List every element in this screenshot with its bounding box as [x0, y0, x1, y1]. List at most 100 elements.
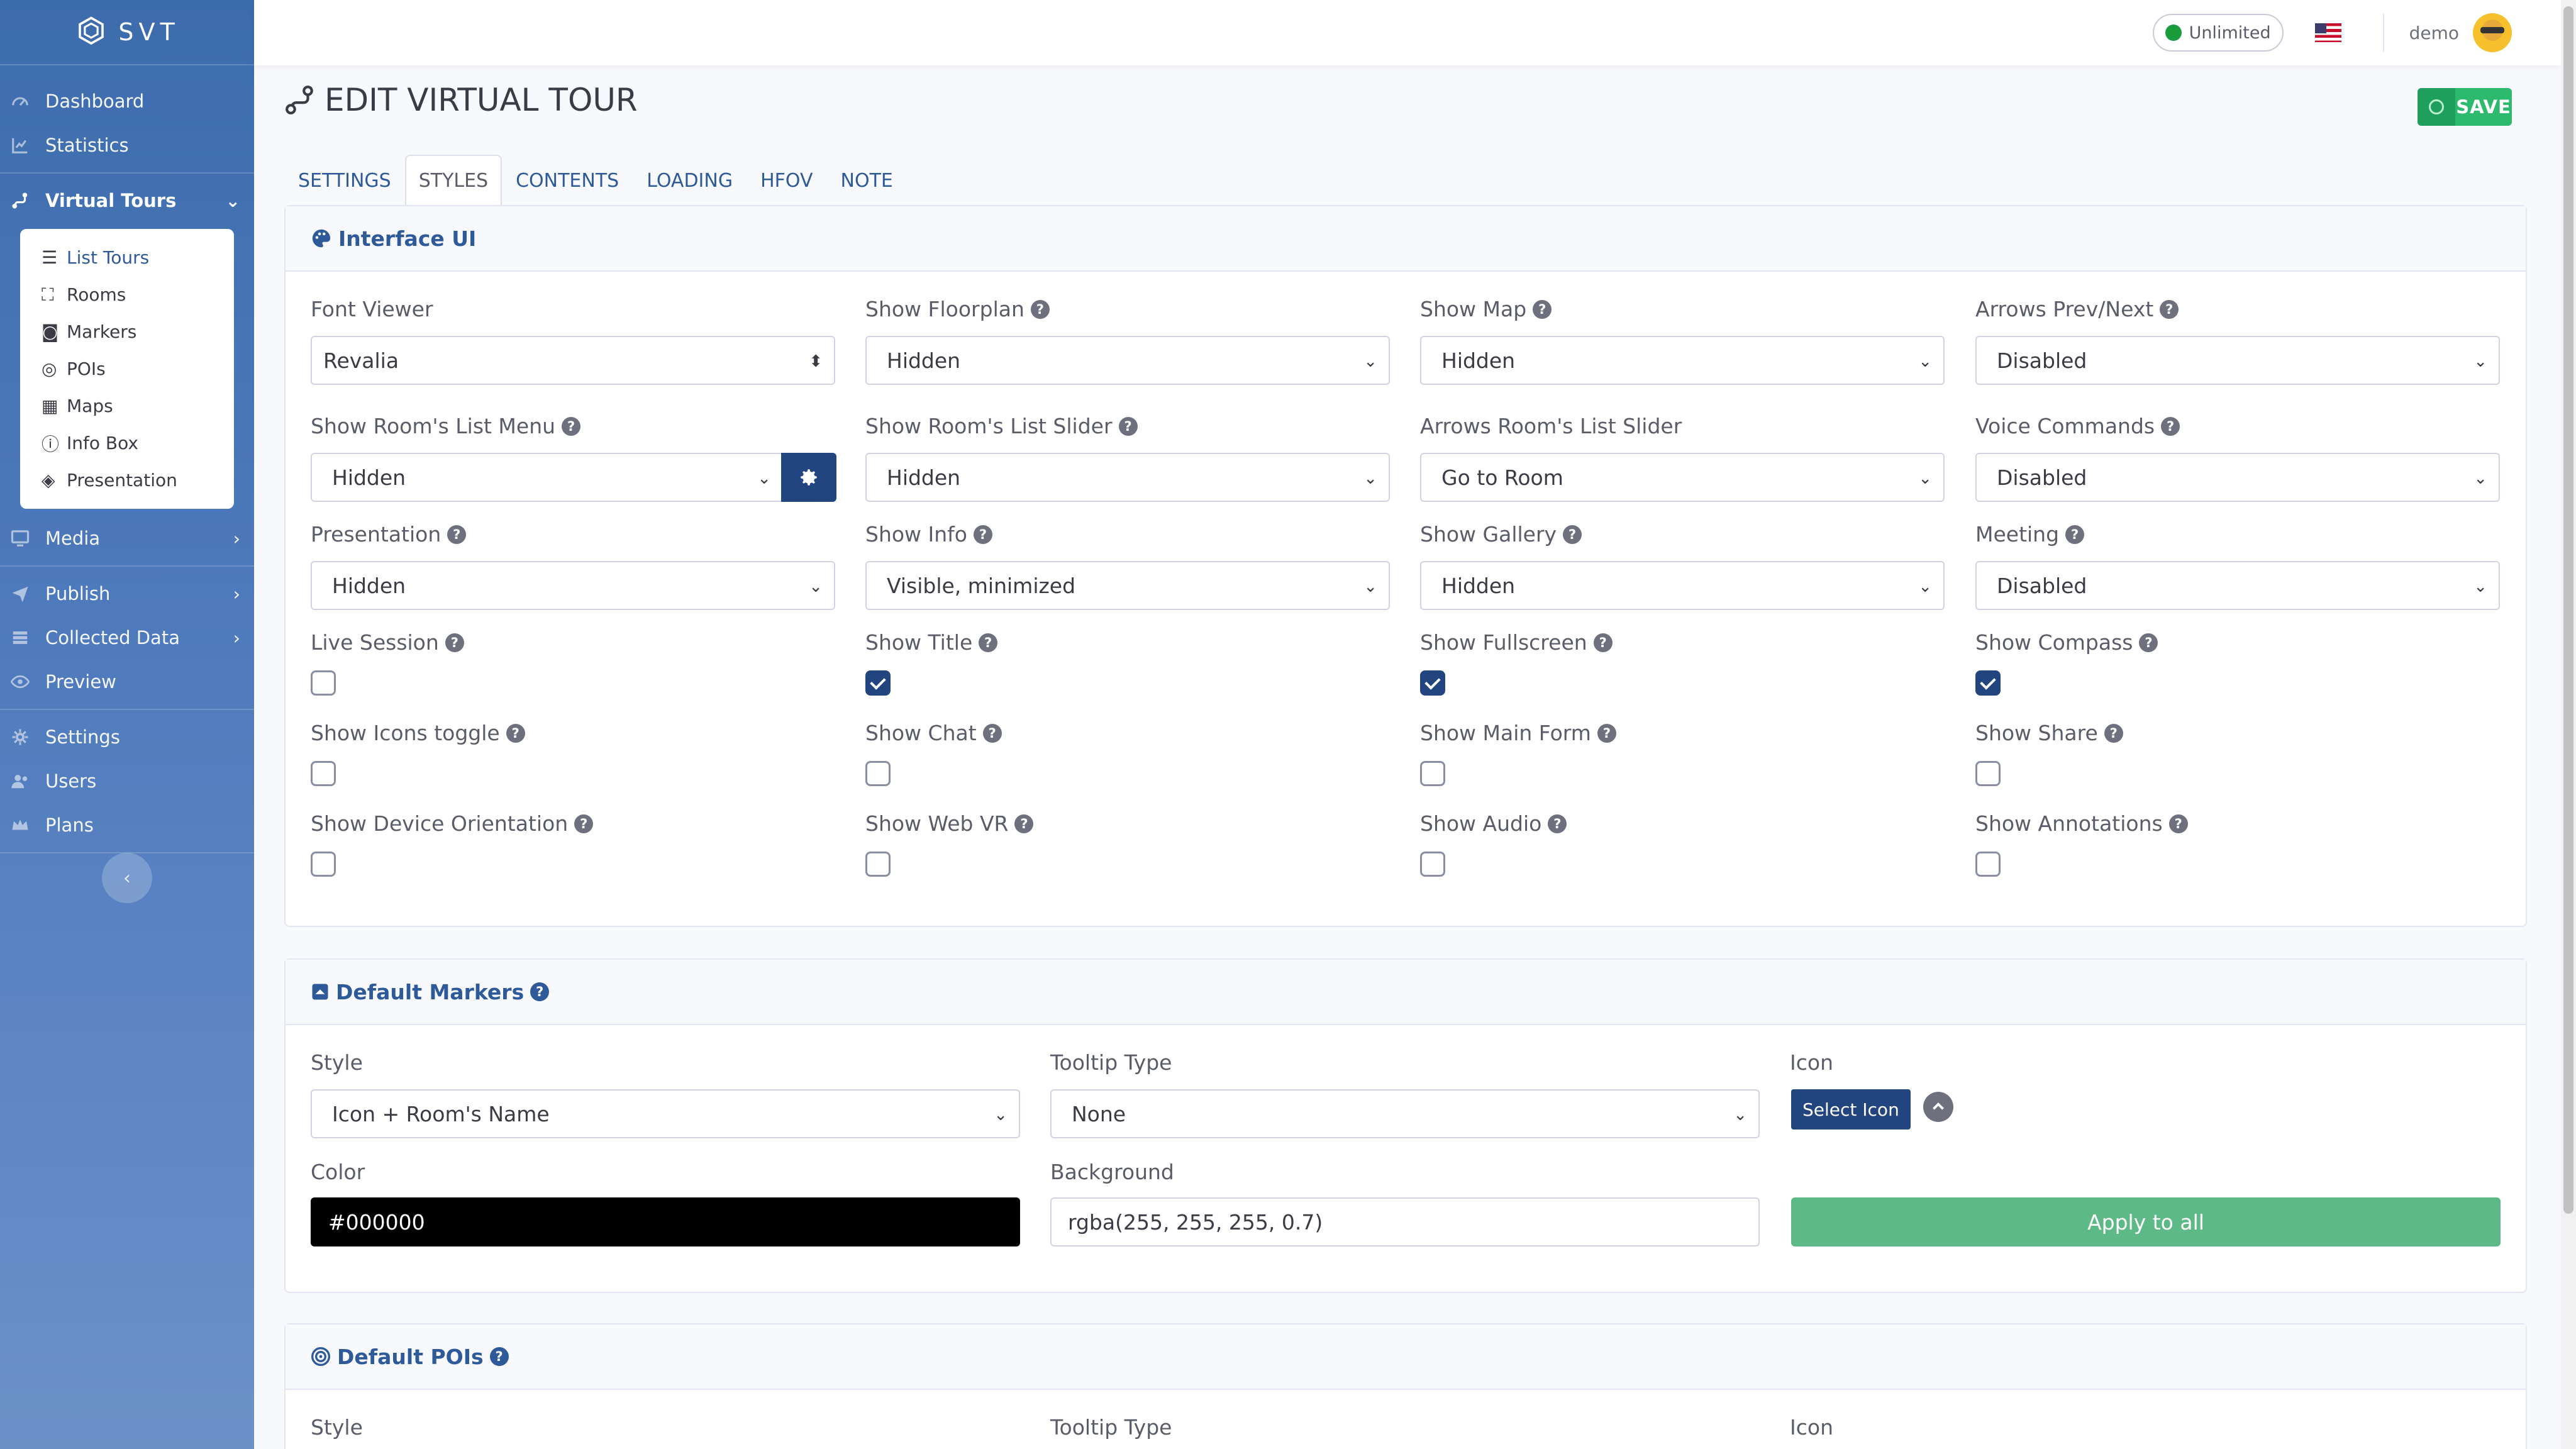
tab-loading[interactable]: LOADING	[633, 155, 747, 205]
show-info-select[interactable]: Visible, minimized ⌄	[865, 561, 1390, 610]
arrows-prev-next-select[interactable]: Disabled ⌄	[1975, 336, 2500, 385]
subnav-pois[interactable]: ◎ POIs	[20, 350, 234, 387]
dashboard-icon	[9, 90, 31, 113]
voice-commands-select[interactable]: Disabled ⌄	[1975, 453, 2500, 502]
save-button[interactable]: SAVE	[2418, 88, 2512, 126]
sidebar-toggle-button[interactable]: ‹	[102, 853, 152, 903]
default-markers-title: Default Markers	[336, 979, 525, 1004]
scrollbar-thumb[interactable]	[2563, 6, 2573, 1214]
show-device-orientation-checkbox[interactable]	[311, 852, 336, 877]
font-viewer-select[interactable]: Revalia ⬍	[311, 336, 835, 385]
question-circle-icon[interactable]: ?	[1593, 633, 1613, 652]
subnav-presentation[interactable]: ◈ Presentation	[20, 462, 234, 499]
show-annotations-checkbox[interactable]	[1975, 852, 2001, 877]
apply-to-all-button[interactable]: Apply to all	[1791, 1197, 2501, 1246]
show-map-select[interactable]: Hidden ⌄	[1420, 336, 1945, 385]
question-circle-icon[interactable]: ?	[506, 723, 525, 743]
nav-statistics[interactable]: Statistics	[0, 123, 254, 167]
show-title-checkbox[interactable]	[865, 670, 891, 696]
show-audio-checkbox[interactable]	[1420, 852, 1445, 877]
nav-media[interactable]: Media ›	[0, 516, 254, 560]
question-circle-icon[interactable]: ?	[447, 525, 467, 544]
label-text: Show Map	[1420, 297, 1527, 321]
nav-dashboard-label: Dashboard	[45, 91, 145, 112]
show-main-form-checkbox[interactable]	[1420, 761, 1445, 786]
sidebar-divider	[0, 709, 254, 710]
chevron-circle-up-icon[interactable]	[1923, 1092, 1953, 1122]
question-circle-icon[interactable]: ?	[2065, 525, 2085, 544]
nav-users[interactable]: Users	[0, 759, 254, 803]
show-floorplan-select[interactable]: Hidden ⌄	[865, 336, 1390, 385]
marker-background-input[interactable]: rgba(255, 255, 255, 0.7)	[1050, 1197, 1760, 1246]
marker-tooltip-type-select[interactable]: None ⌄	[1050, 1089, 1760, 1138]
question-circle-icon[interactable]: ?	[979, 633, 998, 652]
show-share-checkbox[interactable]	[1975, 761, 2001, 786]
subnav-info-box[interactable]: ⓘ Info Box	[20, 425, 234, 462]
palette-icon	[312, 229, 331, 248]
question-circle-icon[interactable]: ?	[1118, 416, 1138, 436]
show-icons-toggle-checkbox[interactable]	[311, 761, 336, 786]
question-circle-icon[interactable]: ?	[2139, 633, 2158, 652]
question-circle-icon[interactable]: ?	[1014, 814, 1034, 833]
show-rooms-list-slider-select[interactable]: Hidden ⌄	[865, 453, 1390, 502]
question-circle-icon[interactable]: ?	[2104, 723, 2123, 743]
question-circle-icon[interactable]: ?	[2160, 299, 2179, 319]
question-circle-icon[interactable]: ?	[445, 633, 464, 652]
subnav-maps[interactable]: ▦ Maps	[20, 387, 234, 425]
show-web-vr-checkbox[interactable]	[865, 852, 891, 877]
arrows-rooms-list-slider-select[interactable]: Go to Room ⌄	[1420, 453, 1945, 502]
marker-color-input[interactable]: #000000	[311, 1197, 1020, 1246]
meeting-select[interactable]: Disabled ⌄	[1975, 561, 2500, 610]
question-circle-icon[interactable]: ?	[574, 814, 594, 833]
question-circle-icon[interactable]: ?	[1597, 723, 1616, 743]
question-circle-icon[interactable]: ?	[1030, 299, 1050, 319]
show-compass-checkbox[interactable]	[1975, 670, 2001, 696]
question-circle-icon[interactable]: ?	[562, 416, 581, 436]
subnav-list-tours[interactable]: ☰ List Tours	[20, 239, 234, 276]
marker-style-select[interactable]: Icon + Room's Name ⌄	[311, 1089, 1020, 1138]
nav-preview[interactable]: Preview	[0, 660, 254, 704]
tab-note[interactable]: NOTE	[827, 155, 907, 205]
subnav-markers[interactable]: ◙ Markers	[20, 313, 234, 350]
question-circle-icon[interactable]: ?	[2168, 814, 2188, 833]
show-chat-checkbox[interactable]	[865, 761, 891, 786]
show-rooms-list-menu-select[interactable]: Hidden ⌄	[311, 453, 784, 502]
question-circle-icon[interactable]: ?	[1533, 299, 1552, 319]
select-icon-button[interactable]: Select Icon	[1791, 1089, 1911, 1130]
tab-contents[interactable]: CONTENTS	[502, 155, 633, 205]
avatar[interactable]	[2473, 13, 2512, 52]
us-flag-icon[interactable]	[2314, 23, 2341, 42]
show-fullscreen-checkbox[interactable]	[1420, 670, 1445, 696]
subnav-rooms[interactable]: ⛶ Rooms	[20, 276, 234, 313]
tabs: SETTINGS STYLES CONTENTS LOADING HFOV NO…	[284, 155, 907, 205]
question-circle-icon[interactable]: ?	[982, 723, 1002, 743]
nav-dashboard[interactable]: Dashboard	[0, 79, 254, 123]
show-gallery-select[interactable]: Hidden ⌄	[1420, 561, 1945, 610]
plan-badge[interactable]: Unlimited	[2152, 14, 2284, 52]
nav-plans[interactable]: Plans	[0, 803, 254, 847]
show-floorplan-label: Show Floorplan?	[865, 297, 1050, 321]
page-scrollbar[interactable]	[2561, 0, 2576, 1449]
label-text: Show Floorplan	[865, 297, 1024, 321]
label-text: Show Room's List Slider	[865, 414, 1113, 438]
nav-collected-data[interactable]: Collected Data ›	[0, 616, 254, 660]
question-circle-icon[interactable]: ?	[974, 525, 992, 544]
show-audio-label: Show Audio?	[1420, 811, 1567, 836]
presentation-select[interactable]: Hidden ⌄	[311, 561, 835, 610]
question-circle-icon[interactable]: ?	[2161, 416, 2180, 436]
nav-settings[interactable]: Settings	[0, 715, 254, 759]
rooms-list-menu-settings-button[interactable]	[781, 453, 836, 502]
brand[interactable]: SVT	[0, 0, 254, 65]
tab-settings[interactable]: SETTINGS	[284, 155, 405, 205]
username[interactable]: demo	[2409, 23, 2459, 43]
question-circle-icon[interactable]: ?	[530, 982, 550, 1001]
question-circle-icon[interactable]: ?	[1563, 525, 1582, 544]
label-text: Show Fullscreen	[1420, 630, 1587, 655]
tab-hfov[interactable]: HFOV	[747, 155, 826, 205]
question-circle-icon[interactable]: ?	[1548, 814, 1567, 833]
nav-virtual-tours[interactable]: Virtual Tours ⌄	[0, 179, 254, 223]
nav-publish[interactable]: Publish ›	[0, 572, 254, 616]
live-session-checkbox[interactable]	[311, 670, 336, 696]
question-circle-icon[interactable]: ?	[489, 1347, 509, 1366]
tab-styles[interactable]: STYLES	[404, 155, 502, 205]
